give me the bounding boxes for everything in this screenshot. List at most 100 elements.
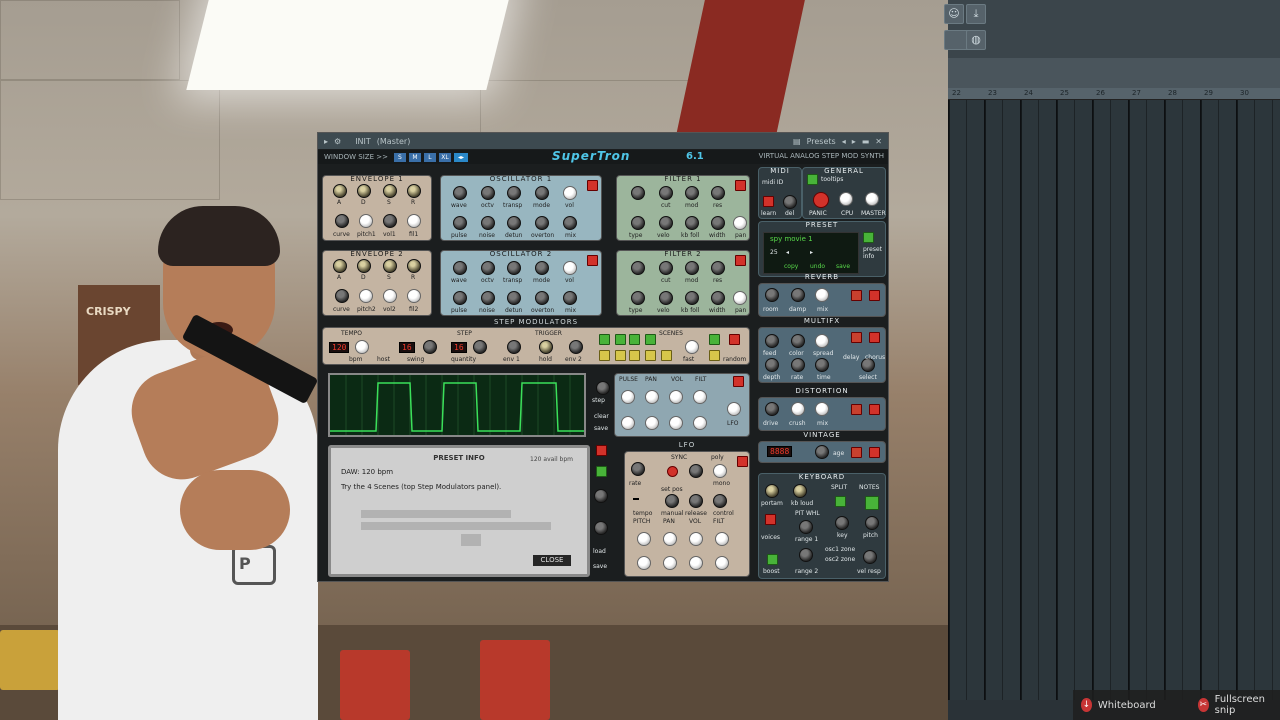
lfo-rows-knob[interactable]	[727, 402, 741, 416]
size-button-xl[interactable]: XL	[438, 152, 451, 162]
filter2-type-knob[interactable]	[631, 291, 645, 305]
size-button-s[interactable]: S	[393, 152, 406, 162]
split-toggle[interactable]	[835, 496, 846, 507]
osc2-detun-knob[interactable]	[507, 291, 521, 305]
scene-toggle-2[interactable]	[615, 334, 626, 345]
filter1-velo-knob[interactable]	[659, 216, 673, 230]
row2-pan-knob[interactable]	[645, 416, 659, 430]
midi-learn-button[interactable]	[763, 196, 774, 207]
filter2-on-button[interactable]	[735, 255, 746, 266]
lfo-pitch-amt-knob[interactable]	[637, 532, 651, 546]
env2-decay-knob[interactable]	[357, 259, 371, 273]
range2-knob[interactable]	[799, 548, 813, 562]
env2-pitch-knob[interactable]	[359, 289, 373, 303]
save-info-button[interactable]: save	[593, 563, 607, 570]
random-toggle[interactable]	[709, 334, 720, 345]
multifx-rate-knob[interactable]	[791, 358, 805, 372]
undo-button[interactable]: undo	[810, 263, 825, 270]
filter1-width-knob[interactable]	[711, 216, 725, 230]
save-pattern-button[interactable]: save	[594, 425, 608, 432]
multifx-feed-knob[interactable]	[765, 334, 779, 348]
quantity-knob[interactable]	[473, 340, 487, 354]
filter2-velo-knob[interactable]	[659, 291, 673, 305]
presets-label[interactable]: Presets	[807, 137, 836, 146]
next-preset-icon[interactable]: ▸	[852, 137, 856, 146]
osc2-on-button[interactable]	[587, 255, 598, 266]
multifx-time-knob[interactable]	[815, 358, 829, 372]
menu-arrow-icon[interactable]: ▸	[324, 137, 328, 146]
scene-a-button[interactable]	[599, 350, 610, 361]
whiteboard-button[interactable]: Whiteboard	[1098, 700, 1156, 711]
random-yellow-button[interactable]	[709, 350, 720, 361]
osc2-wave-knob[interactable]	[453, 261, 467, 275]
size-button-l[interactable]: L	[423, 152, 436, 162]
preset-info-close-button[interactable]: CLOSE	[533, 555, 571, 566]
env1-fil-knob[interactable]	[407, 214, 421, 228]
env1-mod-knob[interactable]	[507, 340, 521, 354]
filter1-res-knob[interactable]	[711, 186, 725, 200]
env2-sustain-knob[interactable]	[383, 259, 397, 273]
env1-curve-knob[interactable]	[335, 214, 349, 228]
reverb-x-button[interactable]	[869, 290, 880, 301]
osc2-vol-knob[interactable]	[563, 261, 577, 275]
osc1-noise-knob[interactable]	[481, 216, 495, 230]
reverb-room-knob[interactable]	[765, 288, 779, 302]
distortion-crush-knob[interactable]	[791, 402, 805, 416]
preset-info-toggle[interactable]	[863, 232, 874, 243]
portamento-knob[interactable]	[765, 484, 779, 498]
prev-preset-arrow-icon[interactable]: ◂	[786, 249, 789, 256]
globe-icon[interactable]: ◍	[966, 30, 986, 50]
notes-toggle[interactable]	[865, 496, 879, 510]
lfo2-filt-amt-knob[interactable]	[715, 556, 729, 570]
osc1-overton-knob[interactable]	[535, 216, 549, 230]
row1-pulse-knob[interactable]	[621, 390, 635, 404]
filter2-pan-knob[interactable]	[733, 291, 747, 305]
scene-b-button[interactable]	[615, 350, 626, 361]
info-green-button[interactable]	[596, 466, 607, 477]
vel-resp-knob[interactable]	[863, 550, 877, 564]
osc2-noise-knob[interactable]	[481, 291, 495, 305]
cpu-knob[interactable]	[839, 192, 853, 206]
preset-display[interactable]: spy movie 1 25 ◂ ▸ copy undo save	[763, 232, 859, 274]
env1-release-knob[interactable]	[407, 184, 421, 198]
reverb-on-button[interactable]	[851, 290, 862, 301]
lfo2-pitch-amt-knob[interactable]	[637, 556, 651, 570]
info-red-button[interactable]	[596, 445, 607, 456]
lfo-pan-amt-knob[interactable]	[663, 532, 677, 546]
osc1-mix-knob[interactable]	[563, 216, 577, 230]
env1-sustain-knob[interactable]	[383, 184, 397, 198]
osc1-wave-knob[interactable]	[453, 186, 467, 200]
select-chorus-option[interactable]: chorus	[865, 354, 885, 361]
filter1-cut-knob[interactable]	[659, 186, 673, 200]
steps-knob[interactable]	[596, 381, 610, 395]
vintage-age-knob[interactable]	[815, 445, 829, 459]
size-button-m[interactable]: M	[408, 152, 421, 162]
info-knob-2[interactable]	[594, 521, 608, 535]
lfo-control-knob[interactable]	[713, 494, 727, 508]
env2-mod-knob[interactable]	[569, 340, 583, 354]
lfo-wave-knob[interactable]	[631, 462, 645, 476]
osc1-pulse-knob[interactable]	[453, 216, 467, 230]
timeline-ruler[interactable]: 22 23 24 25 26 27 28 29 30	[948, 88, 1280, 100]
lfo2-vol-amt-knob[interactable]	[689, 556, 703, 570]
lfo-filt-amt-knob[interactable]	[715, 532, 729, 546]
lfo-poly-knob[interactable]	[713, 464, 727, 478]
filter2-mod-knob[interactable]	[685, 261, 699, 275]
next-preset-arrow-icon[interactable]: ▸	[810, 249, 813, 256]
lfo-value-display[interactable]	[633, 498, 639, 500]
distortion-on-button[interactable]	[851, 404, 862, 415]
osc2-octv-knob[interactable]	[481, 261, 495, 275]
info-knob-1[interactable]	[594, 489, 608, 503]
row1-filt-knob[interactable]	[693, 390, 707, 404]
env1-attack-knob[interactable]	[333, 184, 347, 198]
panic-button[interactable]	[813, 192, 829, 208]
filter2-switch-knob[interactable]	[631, 261, 645, 275]
midi-del-knob[interactable]	[783, 195, 797, 209]
osc2-mode-knob[interactable]	[535, 261, 549, 275]
env1-decay-knob[interactable]	[357, 184, 371, 198]
lfo-rows-on-button[interactable]	[733, 376, 744, 387]
prev-preset-icon[interactable]: ◂	[842, 137, 846, 146]
env2-fil-knob[interactable]	[407, 289, 421, 303]
vintage-x-button[interactable]	[869, 447, 880, 458]
row2-filt-knob[interactable]	[693, 416, 707, 430]
